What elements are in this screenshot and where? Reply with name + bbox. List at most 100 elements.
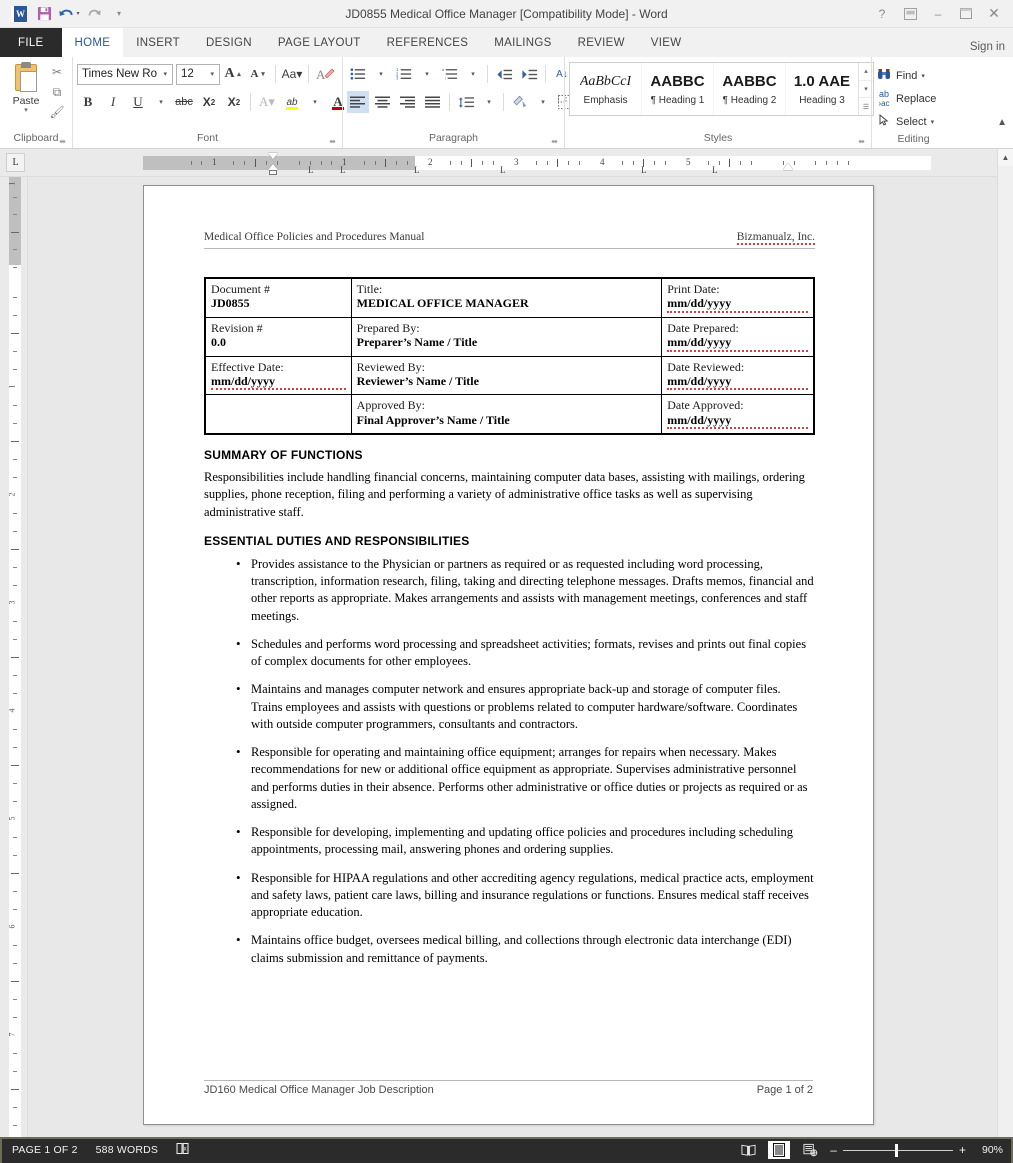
clipboard-dialog-launcher-icon[interactable]: ⬌ — [59, 137, 66, 146]
tab-references[interactable]: REFERENCES — [374, 28, 482, 57]
tab-home[interactable]: HOME — [61, 28, 124, 57]
grow-font-icon[interactable]: A ▴ — [223, 63, 245, 85]
find-button[interactable]: Find ▾ — [876, 64, 936, 87]
zoom-thumb[interactable] — [894, 1143, 898, 1157]
minimize-icon[interactable]: – — [925, 3, 951, 25]
select-chevron-down-icon[interactable]: ▾ — [931, 118, 935, 126]
tab-mailings[interactable]: MAILINGS — [481, 28, 564, 57]
zoom-in-button[interactable]: + — [959, 1143, 966, 1157]
change-case-icon[interactable]: Aa ▾ — [281, 63, 303, 85]
sign-in-link[interactable]: Sign in — [970, 41, 1005, 53]
table-cell-prepared-by: Prepared By: Preparer’s Name / Title — [350, 316, 663, 357]
highlight-chevron-down-icon[interactable]: ▾ — [306, 91, 324, 113]
zoom-track[interactable] — [842, 1143, 953, 1157]
increase-indent-icon[interactable] — [518, 63, 540, 85]
undo-icon[interactable]: ▾ — [58, 3, 80, 25]
cell-value: mm/dd/yyyy — [667, 296, 808, 313]
customize-qat-icon[interactable]: ▾ — [108, 3, 130, 25]
status-word-count[interactable]: 588 WORDS — [96, 1144, 158, 1156]
proofing-errors-icon[interactable]: x — [176, 1142, 190, 1158]
line-spacing-icon[interactable] — [455, 91, 477, 113]
shading-chevron-down-icon[interactable]: ▾ — [534, 91, 552, 113]
tab-view[interactable]: VIEW — [638, 28, 695, 57]
replace-button[interactable]: ab ›ac Replace — [876, 87, 936, 110]
ribbon-display-options-icon[interactable] — [897, 3, 923, 25]
find-chevron-down-icon[interactable]: ▾ — [921, 72, 925, 80]
help-icon[interactable]: ? — [869, 3, 895, 25]
decrease-indent-icon[interactable] — [493, 63, 515, 85]
save-icon[interactable] — [33, 3, 55, 25]
status-page-number[interactable]: PAGE 1 OF 2 — [12, 1144, 78, 1156]
align-left-button[interactable] — [347, 91, 369, 113]
horizontal-ruler[interactable]: L 1 1 2 3 4 5 L L L L L L — [0, 149, 1013, 177]
first-line-indent-marker[interactable] — [268, 153, 278, 159]
tab-page-layout[interactable]: PAGE LAYOUT — [265, 28, 374, 57]
shading-icon[interactable] — [509, 91, 531, 113]
tab-file[interactable]: FILE — [0, 28, 62, 57]
document-page[interactable]: Medical Office Policies and Procedures M… — [143, 185, 874, 1125]
select-button[interactable]: Select ▾ — [876, 110, 936, 133]
clear-formatting-icon[interactable]: A — [314, 63, 336, 85]
font-size-combo[interactable]: 12 ▾ — [176, 63, 220, 85]
underline-chevron-down-icon[interactable]: ▾ — [152, 91, 170, 113]
tab-stop-selector[interactable]: L — [6, 153, 25, 172]
justify-button[interactable] — [422, 91, 444, 113]
style-emphasis[interactable]: AaBbCcI Emphasis — [570, 63, 642, 115]
numbering-chevron-down-icon[interactable]: ▾ — [418, 63, 436, 85]
text-highlight-color-icon[interactable]: ab — [281, 91, 303, 113]
document-canvas[interactable]: Medical Office Policies and Procedures M… — [29, 177, 984, 1137]
vertical-ruler[interactable]: 1 1 2 3 4 5 6 7 — [0, 177, 28, 1137]
left-indent-marker[interactable] — [269, 170, 277, 175]
maximize-icon[interactable] — [953, 3, 979, 25]
bullets-icon[interactable] — [347, 63, 369, 85]
zoom-out-button[interactable]: – — [830, 1143, 837, 1157]
align-right-button[interactable] — [397, 91, 419, 113]
superscript-button[interactable]: X2 — [223, 91, 245, 113]
subscript-button[interactable]: X2 — [198, 91, 220, 113]
format-painter-icon[interactable]: 🖌 — [48, 104, 66, 120]
align-center-button[interactable] — [372, 91, 394, 113]
tab-design[interactable]: DESIGN — [193, 28, 265, 57]
style-heading-2[interactable]: AABBC ¶ Heading 2 — [714, 63, 786, 115]
tab-insert[interactable]: INSERT — [123, 28, 193, 57]
multilevel-list-icon[interactable]: a i — [439, 63, 461, 85]
print-layout-button[interactable] — [768, 1141, 791, 1159]
tab-stop-marker-6[interactable]: L — [712, 165, 718, 175]
vertical-scrollbar[interactable]: ▲ — [997, 149, 1013, 1137]
multilevel-chevron-down-icon[interactable]: ▾ — [464, 63, 482, 85]
web-layout-button[interactable] — [799, 1141, 821, 1159]
underline-button[interactable]: U — [127, 91, 149, 113]
numbering-icon[interactable]: 1 2 3 — [393, 63, 415, 85]
tab-stop-marker-2[interactable]: L — [340, 165, 346, 175]
right-indent-marker[interactable] — [783, 163, 793, 170]
zoom-slider[interactable]: – + — [830, 1143, 966, 1157]
strikethrough-button[interactable]: abc — [173, 91, 195, 113]
tab-review[interactable]: REVIEW — [565, 28, 638, 57]
bullets-chevron-down-icon[interactable]: ▾ — [372, 63, 390, 85]
font-name-combo[interactable]: Times New Ro ▾ — [77, 63, 173, 85]
style-heading-1[interactable]: AABBC ¶ Heading 1 — [642, 63, 714, 115]
tab-stop-marker-3[interactable]: L — [414, 165, 420, 175]
line-spacing-chevron-down-icon[interactable]: ▾ — [480, 91, 498, 113]
paste-caret-icon[interactable]: ▾ — [24, 107, 28, 115]
scroll-up-icon[interactable]: ▲ — [998, 149, 1013, 166]
styles-dialog-launcher-icon[interactable]: ⬌ — [858, 137, 865, 146]
italic-button[interactable]: I — [102, 91, 124, 113]
tab-stop-marker-1[interactable]: L — [308, 165, 314, 175]
cut-icon[interactable]: ✂ — [48, 64, 66, 80]
paragraph-dialog-launcher-icon[interactable]: ⬌ — [551, 137, 558, 146]
shrink-font-icon[interactable]: A ▾ — [248, 63, 270, 85]
paste-button[interactable]: Paste ▾ — [4, 62, 48, 115]
bold-button[interactable]: B — [77, 91, 99, 113]
copy-icon[interactable]: ⧉ — [48, 84, 66, 100]
style-heading-3[interactable]: 1.0 AAE Heading 3 — [786, 63, 858, 115]
close-icon[interactable]: ✕ — [981, 3, 1007, 25]
read-mode-button[interactable] — [737, 1141, 759, 1159]
tab-stop-marker-4[interactable]: L — [500, 165, 506, 175]
tab-stop-marker-5[interactable]: L — [641, 165, 647, 175]
redo-icon[interactable] — [83, 3, 105, 25]
text-effects-icon[interactable]: A ▾ — [256, 91, 278, 113]
font-dialog-launcher-icon[interactable]: ⬌ — [329, 137, 336, 146]
zoom-level-label[interactable]: 90% — [975, 1144, 1003, 1156]
collapse-ribbon-icon[interactable]: ▲ — [997, 117, 1007, 128]
